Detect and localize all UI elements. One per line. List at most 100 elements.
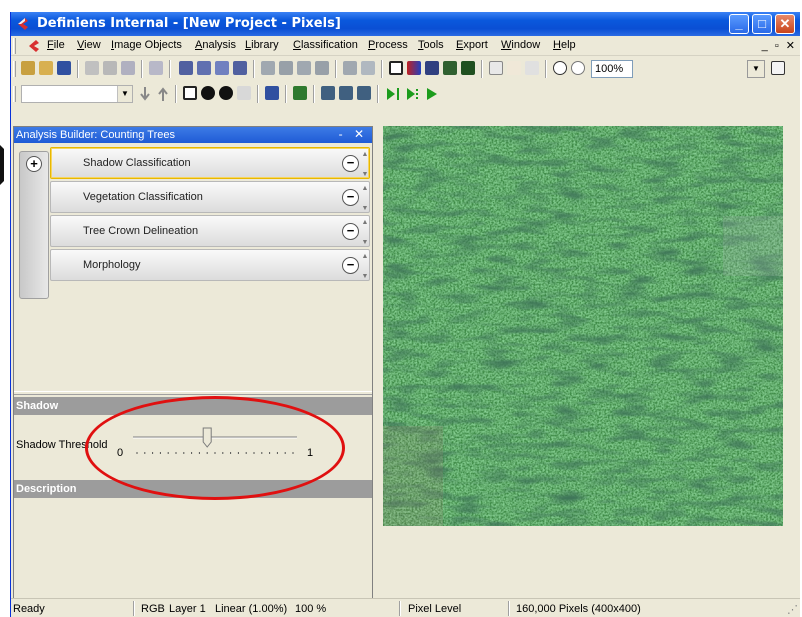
feature-space-icon[interactable]	[237, 86, 251, 100]
new-workspace-icon[interactable]	[85, 61, 99, 75]
menu-library[interactable]: Library	[245, 39, 279, 51]
panel-header: Analysis Builder: Counting Trees - ✕	[14, 127, 372, 143]
menu-view[interactable]: View	[77, 39, 101, 51]
toolbar-secondary: ▼	[11, 82, 800, 106]
document-icon[interactable]	[27, 39, 41, 53]
feature-view-icon[interactable]	[197, 61, 211, 75]
image-view[interactable]	[383, 126, 783, 526]
open-icon[interactable]	[39, 61, 53, 75]
mdi-controls[interactable]: _ ▫ ✕	[762, 39, 797, 52]
play-icon[interactable]	[425, 86, 439, 102]
pointer-icon[interactable]	[489, 61, 503, 75]
link-views-icon[interactable]	[361, 61, 375, 75]
menu-window[interactable]: Window	[501, 39, 540, 51]
remove-step-button[interactable]: −	[342, 257, 359, 274]
step-label: Morphology	[83, 259, 141, 271]
sample-view-icon[interactable]	[443, 61, 457, 75]
step-scroll-arrows[interactable]: ▲ ▼	[361, 184, 369, 214]
panel-close-controls[interactable]: - ✕	[339, 127, 368, 141]
step-shadow-classification[interactable]: Shadow Classification − ▲ ▼	[50, 147, 370, 179]
status-rgb: RGB	[141, 603, 165, 615]
info-icon[interactable]	[201, 86, 215, 100]
zoom-in-icon[interactable]	[553, 61, 567, 75]
panel-splitter[interactable]	[14, 391, 372, 395]
status-zoom: 100 %	[295, 603, 327, 615]
sample-editor-icon[interactable]	[265, 86, 279, 100]
add-action-bar[interactable]: +	[19, 151, 49, 299]
step-label: Tree Crown Delineation	[83, 225, 199, 237]
view-layout-2-icon[interactable]	[279, 61, 293, 75]
manual-editing-icon[interactable]	[293, 86, 307, 100]
menu-classification[interactable]: Classification	[293, 39, 358, 51]
step-scroll-arrows[interactable]: ▲ ▼	[361, 218, 369, 248]
status-stretch: Linear (1.00%)	[215, 603, 288, 615]
arrow-up-icon[interactable]	[157, 86, 169, 102]
image-object-info-icon[interactable]	[179, 61, 193, 75]
menu-tools[interactable]: Tools	[418, 39, 444, 51]
zoom-out-icon[interactable]	[571, 61, 585, 75]
step-play-icon[interactable]	[385, 86, 401, 102]
menubar-grip[interactable]	[13, 38, 16, 54]
menu-help[interactable]: Help	[553, 39, 576, 51]
menu-bar: File View Image Objects Analysis Library…	[11, 36, 800, 56]
layer-view-icon[interactable]	[389, 61, 403, 75]
step-label: Vegetation Classification	[83, 191, 203, 203]
remove-step-button[interactable]: −	[342, 155, 359, 172]
menu-image-objects[interactable]: Image Objects	[111, 39, 182, 51]
close-button[interactable]: ✕	[775, 14, 795, 34]
class-hierarchy-icon[interactable]	[215, 61, 229, 75]
minimize-button[interactable]: _	[729, 14, 749, 34]
process-tree-icon[interactable]	[233, 61, 247, 75]
status-bar: Ready RGB Layer 1 Linear (1.00%) 100 % P…	[11, 598, 800, 617]
level-select[interactable]: ▼	[21, 85, 133, 103]
status-level: Pixel Level	[408, 603, 462, 615]
analysis-builder-panel: Analysis Builder: Counting Trees - ✕ + S…	[13, 126, 373, 612]
view-layout-1-icon[interactable]	[261, 61, 275, 75]
new-project-icon[interactable]	[21, 61, 35, 75]
screenshot-stage: Definiens Internal - [New Project - Pixe…	[0, 0, 802, 617]
outline-view-icon[interactable]	[461, 61, 475, 75]
menu-export[interactable]: Export	[456, 39, 488, 51]
user-icon[interactable]	[525, 61, 539, 75]
menu-file[interactable]: File	[47, 39, 65, 51]
import-icon[interactable]	[149, 61, 163, 75]
save-workspace-icon[interactable]	[121, 61, 135, 75]
application-window: Definiens Internal - [New Project - Pixe…	[10, 12, 800, 617]
view-layout-3-icon[interactable]	[297, 61, 311, 75]
arrow-down-icon[interactable]	[139, 86, 151, 102]
rgb-view-icon[interactable]	[407, 61, 421, 75]
view-layout-4-icon[interactable]	[315, 61, 329, 75]
zoom-fit-icon[interactable]	[771, 61, 785, 75]
save-icon[interactable]	[57, 61, 71, 75]
hand-icon[interactable]	[507, 61, 521, 75]
step-scroll-arrows[interactable]: ▲ ▼	[361, 252, 369, 282]
status-layer: Layer 1	[169, 603, 206, 615]
highlight-annotation	[85, 396, 345, 500]
panel-title: Analysis Builder: Counting Trees	[16, 129, 175, 141]
image-object-table-icon[interactable]	[183, 86, 197, 100]
step-scroll-arrows[interactable]: ▲ ▼	[361, 150, 369, 180]
menu-process[interactable]: Process	[368, 39, 408, 51]
toolbar-grip[interactable]	[13, 61, 16, 77]
step-morphology[interactable]: Morphology − ▲ ▼	[50, 249, 370, 281]
step-tree-crown-delineation[interactable]: Tree Crown Delineation − ▲ ▼	[50, 215, 370, 247]
help-icon[interactable]	[219, 86, 233, 100]
step-run-icon[interactable]	[405, 86, 421, 102]
add-action-button[interactable]: +	[26, 156, 42, 172]
remove-step-button[interactable]: −	[342, 223, 359, 240]
remove-step-button[interactable]: −	[342, 189, 359, 206]
classification-view-icon[interactable]	[425, 61, 439, 75]
open-workspace-icon[interactable]	[103, 61, 117, 75]
step-vegetation-classification[interactable]: Vegetation Classification − ▲ ▼	[50, 181, 370, 213]
export-icon[interactable]	[357, 86, 371, 100]
zoom-dropdown[interactable]: ▼	[747, 60, 765, 78]
save-project-icon[interactable]	[321, 86, 335, 100]
maximize-button[interactable]: □	[752, 14, 772, 34]
split-view-icon[interactable]	[343, 61, 357, 75]
title-bar[interactable]: Definiens Internal - [New Project - Pixe…	[11, 12, 800, 36]
resize-grip[interactable]: ⋰	[787, 603, 798, 616]
zoom-field[interactable]: 100%	[591, 60, 633, 78]
menu-analysis[interactable]: Analysis	[195, 39, 236, 51]
save-all-icon[interactable]	[339, 86, 353, 100]
step-label: Shadow Classification	[83, 157, 191, 169]
